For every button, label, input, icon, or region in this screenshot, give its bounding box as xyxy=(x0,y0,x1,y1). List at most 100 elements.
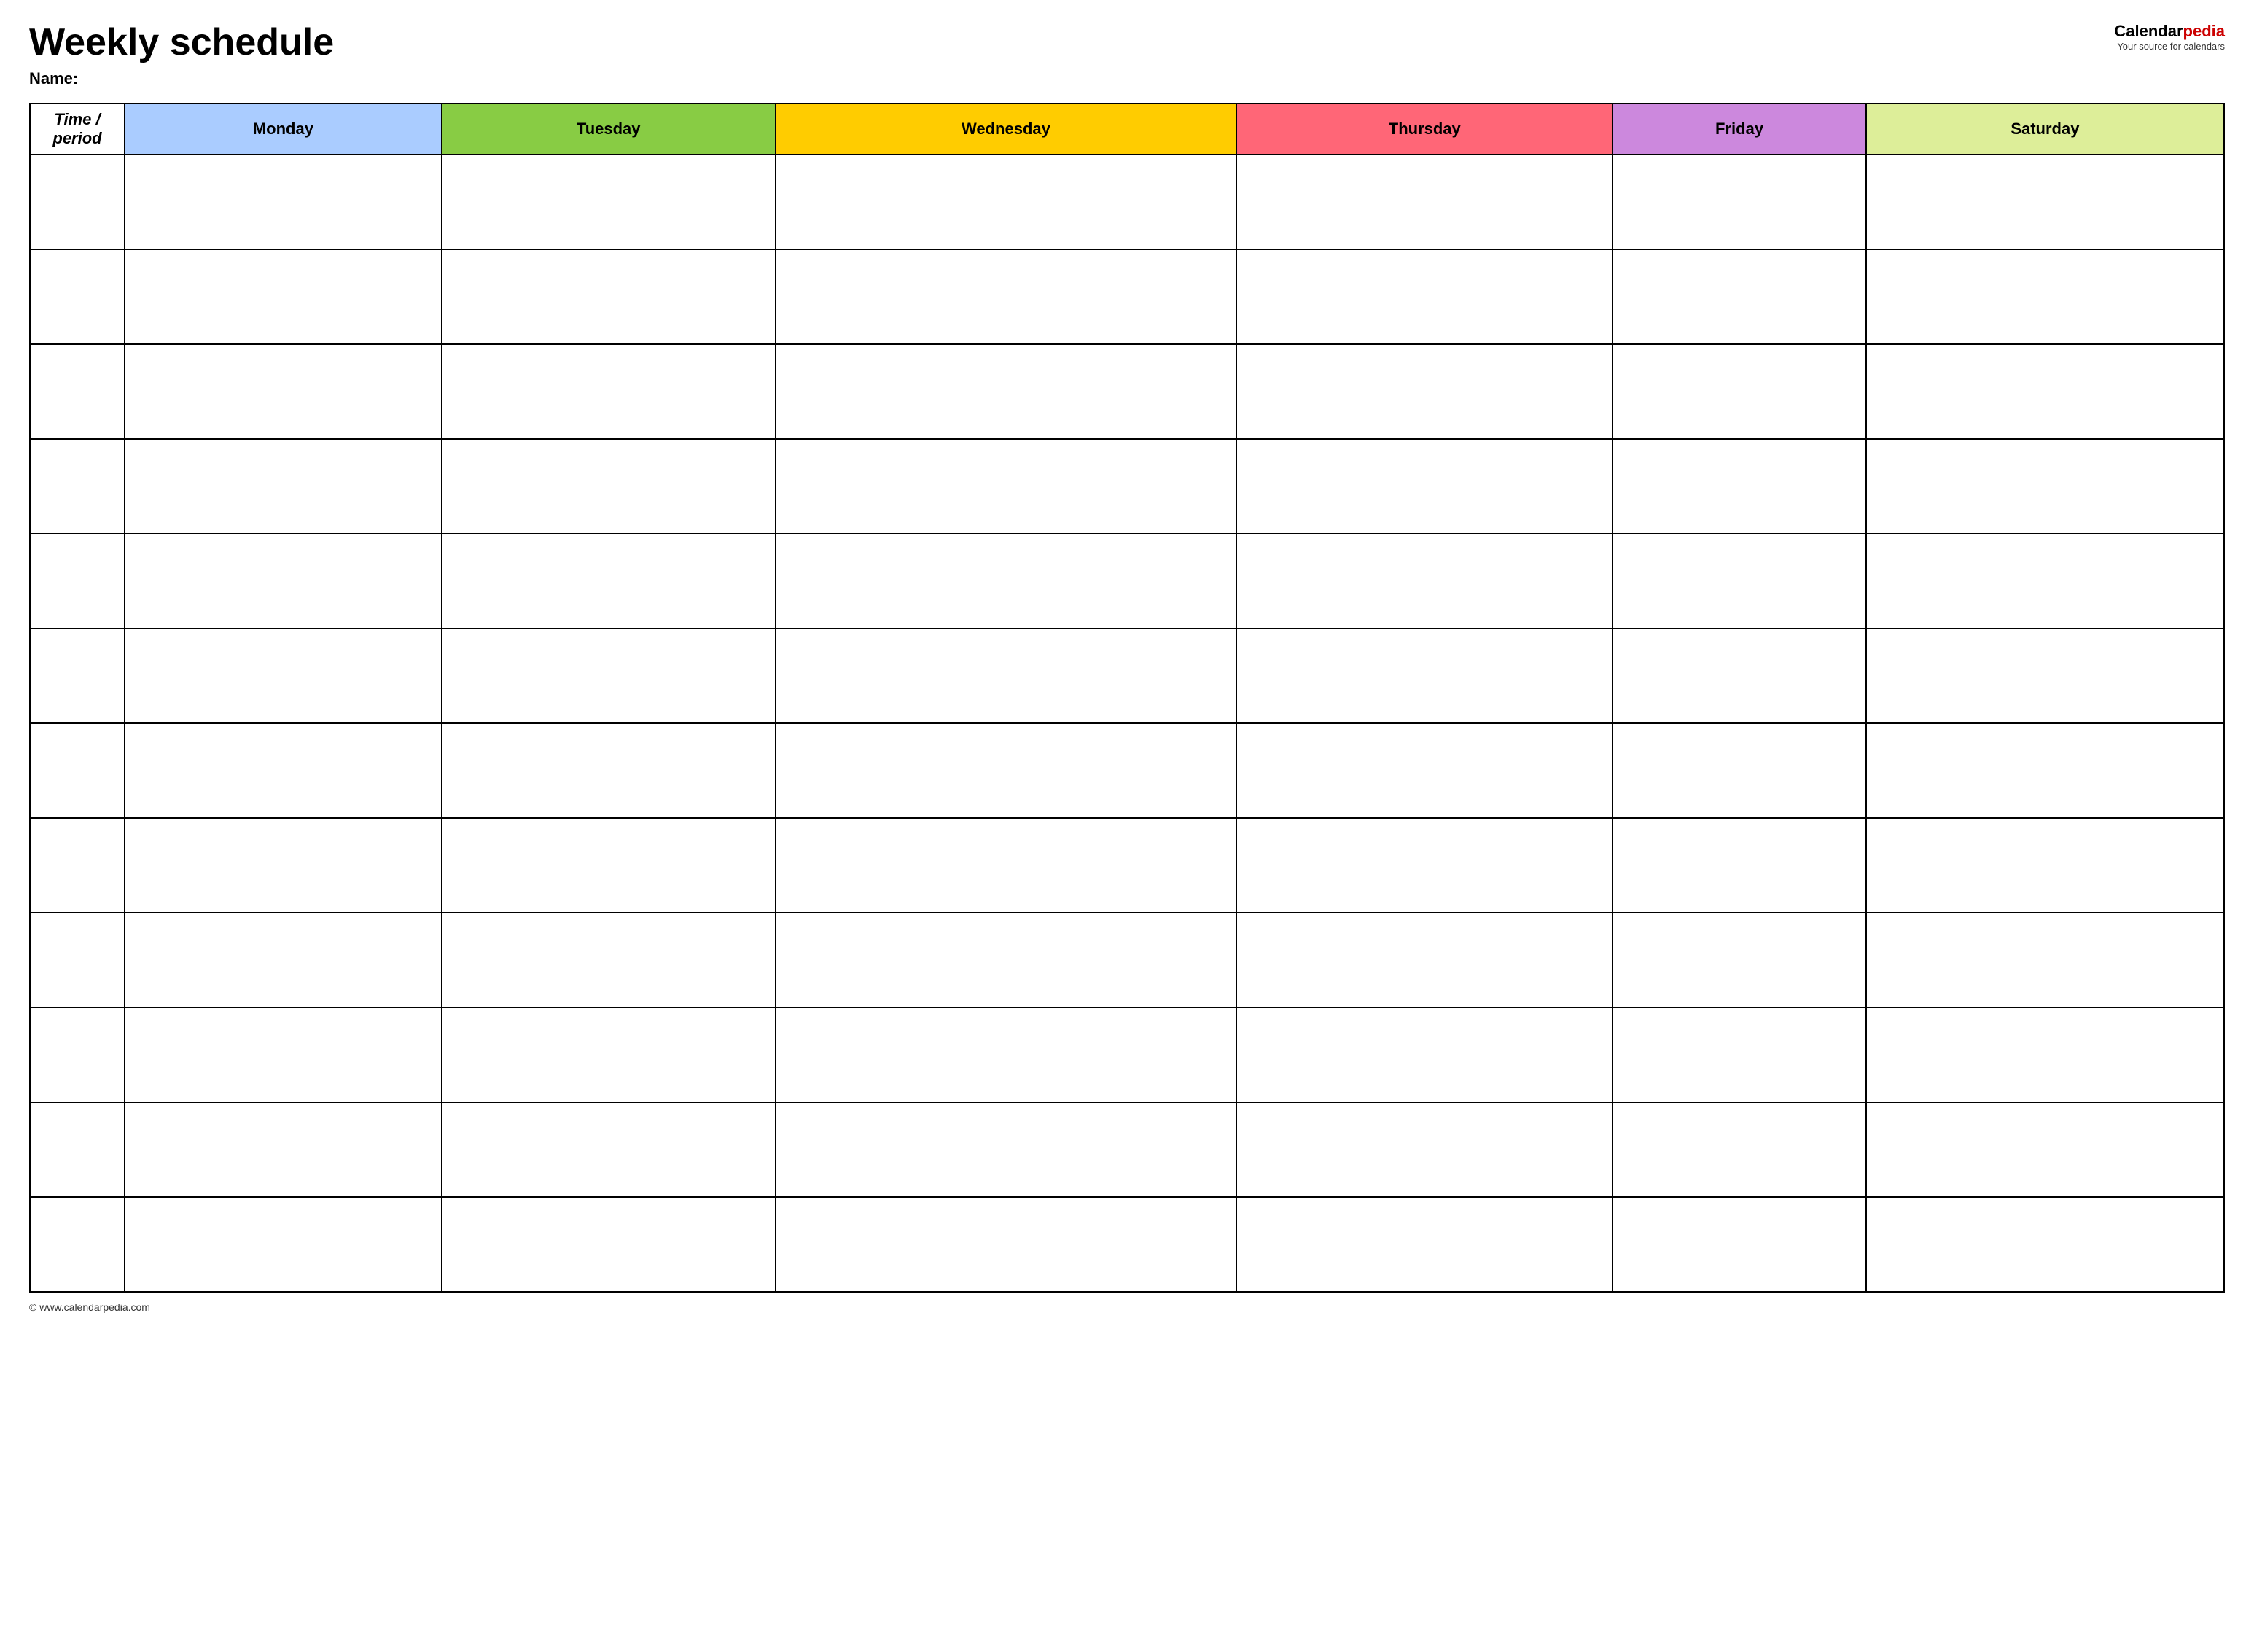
wednesday-cell[interactable] xyxy=(776,723,1237,818)
weekly-schedule-table: Time / period Monday Tuesday Wednesday T… xyxy=(29,103,2225,1293)
time-cell[interactable] xyxy=(30,155,125,249)
friday-cell[interactable] xyxy=(1612,628,1865,723)
thursday-cell[interactable] xyxy=(1236,534,1612,628)
logo-calendar-text: Calendar xyxy=(2114,22,2183,40)
monday-cell[interactable] xyxy=(125,1102,442,1197)
time-cell[interactable] xyxy=(30,1197,125,1292)
saturday-cell[interactable] xyxy=(1866,1008,2224,1102)
monday-cell[interactable] xyxy=(125,628,442,723)
monday-cell[interactable] xyxy=(125,534,442,628)
col-header-monday: Monday xyxy=(125,104,442,155)
wednesday-cell[interactable] xyxy=(776,534,1237,628)
monday-cell[interactable] xyxy=(125,723,442,818)
tuesday-cell[interactable] xyxy=(442,628,776,723)
friday-cell[interactable] xyxy=(1612,1008,1865,1102)
saturday-cell[interactable] xyxy=(1866,155,2224,249)
time-cell[interactable] xyxy=(30,628,125,723)
thursday-cell[interactable] xyxy=(1236,628,1612,723)
wednesday-cell[interactable] xyxy=(776,913,1237,1008)
tuesday-cell[interactable] xyxy=(442,723,776,818)
tuesday-cell[interactable] xyxy=(442,1102,776,1197)
saturday-cell[interactable] xyxy=(1866,818,2224,913)
tuesday-cell[interactable] xyxy=(442,439,776,534)
monday-cell[interactable] xyxy=(125,344,442,439)
time-cell[interactable] xyxy=(30,913,125,1008)
saturday-cell[interactable] xyxy=(1866,1197,2224,1292)
wednesday-cell[interactable] xyxy=(776,344,1237,439)
tuesday-cell[interactable] xyxy=(442,1008,776,1102)
thursday-cell[interactable] xyxy=(1236,818,1612,913)
monday-cell[interactable] xyxy=(125,1197,442,1292)
friday-cell[interactable] xyxy=(1612,1102,1865,1197)
logo: Calendarpedia xyxy=(2114,22,2225,41)
tuesday-cell[interactable] xyxy=(442,818,776,913)
tuesday-cell[interactable] xyxy=(442,155,776,249)
monday-cell[interactable] xyxy=(125,439,442,534)
saturday-cell[interactable] xyxy=(1866,439,2224,534)
thursday-cell[interactable] xyxy=(1236,344,1612,439)
table-row xyxy=(30,1102,2224,1197)
time-cell[interactable] xyxy=(30,818,125,913)
saturday-cell[interactable] xyxy=(1866,534,2224,628)
friday-cell[interactable] xyxy=(1612,818,1865,913)
wednesday-cell[interactable] xyxy=(776,1102,1237,1197)
saturday-cell[interactable] xyxy=(1866,628,2224,723)
monday-cell[interactable] xyxy=(125,155,442,249)
saturday-cell[interactable] xyxy=(1866,1102,2224,1197)
logo-area: Calendarpedia Your source for calendars xyxy=(2114,22,2225,52)
wednesday-cell[interactable] xyxy=(776,249,1237,344)
friday-cell[interactable] xyxy=(1612,249,1865,344)
saturday-cell[interactable] xyxy=(1866,913,2224,1008)
saturday-cell[interactable] xyxy=(1866,723,2224,818)
name-label: Name: xyxy=(29,69,2114,88)
friday-cell[interactable] xyxy=(1612,913,1865,1008)
thursday-cell[interactable] xyxy=(1236,1102,1612,1197)
tuesday-cell[interactable] xyxy=(442,344,776,439)
table-header-row: Time / period Monday Tuesday Wednesday T… xyxy=(30,104,2224,155)
friday-cell[interactable] xyxy=(1612,534,1865,628)
page-title: Weekly schedule xyxy=(29,22,2114,63)
thursday-cell[interactable] xyxy=(1236,439,1612,534)
thursday-cell[interactable] xyxy=(1236,1008,1612,1102)
time-cell[interactable] xyxy=(30,1102,125,1197)
wednesday-cell[interactable] xyxy=(776,628,1237,723)
wednesday-cell[interactable] xyxy=(776,1008,1237,1102)
tuesday-cell[interactable] xyxy=(442,249,776,344)
thursday-cell[interactable] xyxy=(1236,1197,1612,1292)
tuesday-cell[interactable] xyxy=(442,534,776,628)
time-cell[interactable] xyxy=(30,1008,125,1102)
tuesday-cell[interactable] xyxy=(442,1197,776,1292)
wednesday-cell[interactable] xyxy=(776,1197,1237,1292)
friday-cell[interactable] xyxy=(1612,344,1865,439)
thursday-cell[interactable] xyxy=(1236,249,1612,344)
wednesday-cell[interactable] xyxy=(776,818,1237,913)
time-cell[interactable] xyxy=(30,723,125,818)
thursday-cell[interactable] xyxy=(1236,913,1612,1008)
friday-cell[interactable] xyxy=(1612,723,1865,818)
table-row xyxy=(30,1197,2224,1292)
table-row xyxy=(30,913,2224,1008)
monday-cell[interactable] xyxy=(125,249,442,344)
saturday-cell[interactable] xyxy=(1866,344,2224,439)
monday-cell[interactable] xyxy=(125,913,442,1008)
table-row xyxy=(30,344,2224,439)
footer: © www.calendarpedia.com xyxy=(29,1301,2225,1313)
time-cell[interactable] xyxy=(30,534,125,628)
time-cell[interactable] xyxy=(30,439,125,534)
tuesday-cell[interactable] xyxy=(442,913,776,1008)
wednesday-cell[interactable] xyxy=(776,439,1237,534)
monday-cell[interactable] xyxy=(125,1008,442,1102)
saturday-cell[interactable] xyxy=(1866,249,2224,344)
table-row xyxy=(30,534,2224,628)
time-cell[interactable] xyxy=(30,249,125,344)
friday-cell[interactable] xyxy=(1612,439,1865,534)
friday-cell[interactable] xyxy=(1612,155,1865,249)
thursday-cell[interactable] xyxy=(1236,723,1612,818)
table-row xyxy=(30,818,2224,913)
thursday-cell[interactable] xyxy=(1236,155,1612,249)
friday-cell[interactable] xyxy=(1612,1197,1865,1292)
monday-cell[interactable] xyxy=(125,818,442,913)
time-cell[interactable] xyxy=(30,344,125,439)
wednesday-cell[interactable] xyxy=(776,155,1237,249)
col-header-saturday: Saturday xyxy=(1866,104,2224,155)
